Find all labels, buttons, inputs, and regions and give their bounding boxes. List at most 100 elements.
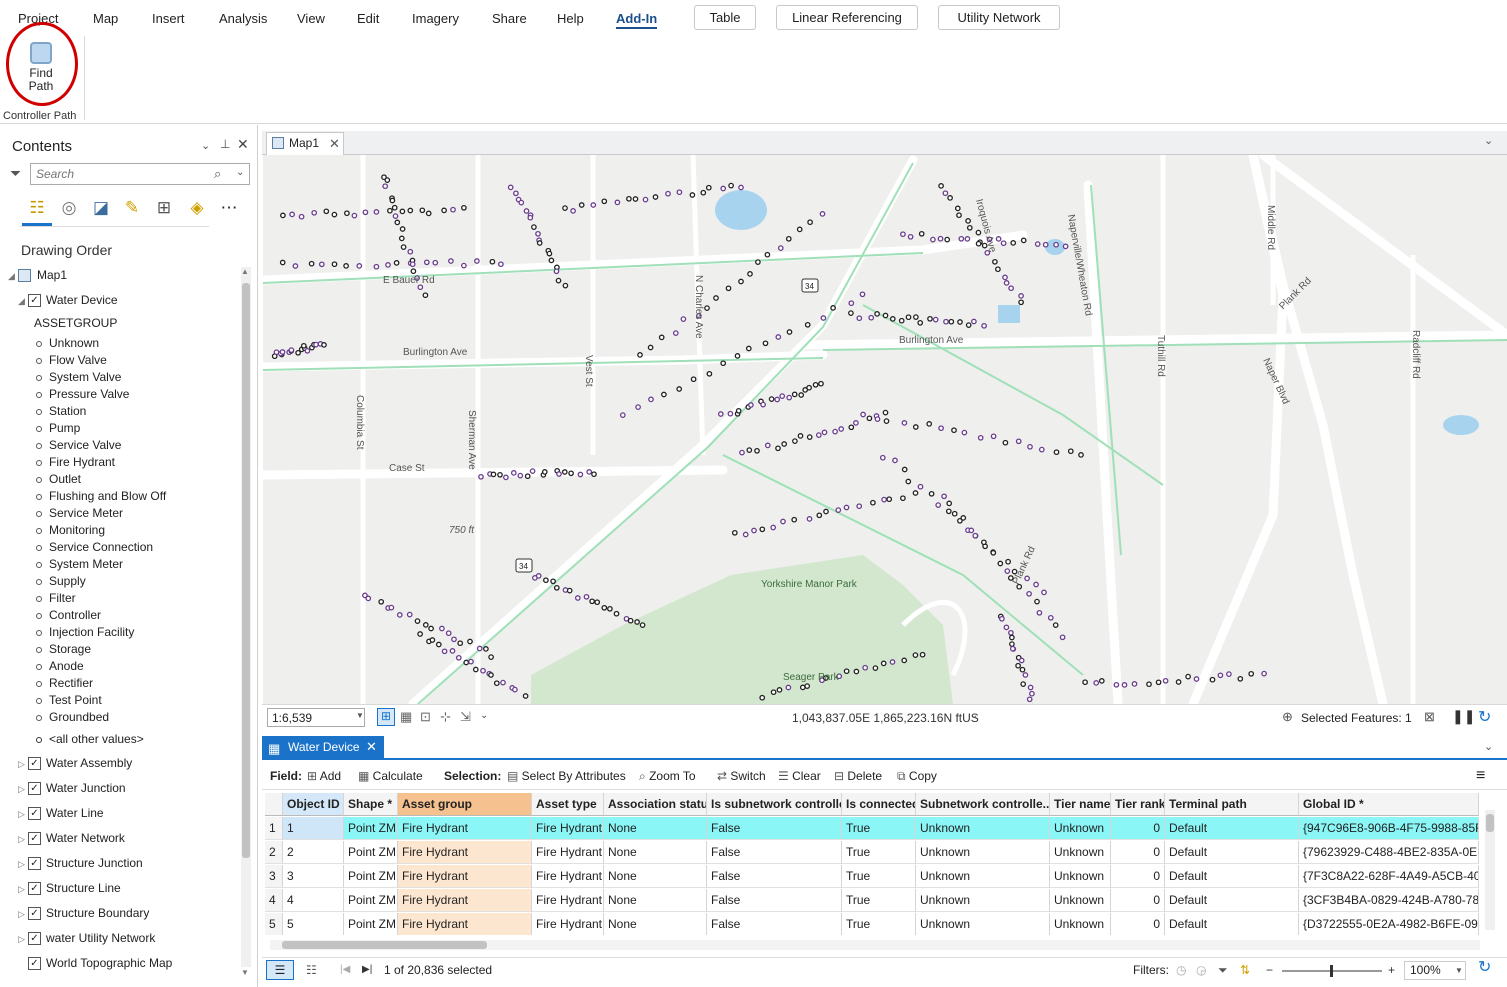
header-corner[interactable]	[265, 793, 283, 816]
table-cell[interactable]: Unknown	[916, 889, 1050, 912]
last-record-icon[interactable]: ▶|	[362, 958, 372, 982]
table-cell[interactable]: False	[707, 889, 842, 912]
table-cell[interactable]: True	[842, 841, 916, 864]
table-cell[interactable]: Unknown	[916, 817, 1050, 840]
first-record-icon[interactable]: |◀	[340, 958, 350, 982]
menu-insert[interactable]: Insert	[152, 11, 185, 26]
table-cell[interactable]: Unknown	[1050, 817, 1111, 840]
column-header[interactable]: Shape *	[344, 793, 398, 816]
tab-water-device[interactable]: ▦ Water Device ✕	[262, 736, 384, 760]
snapping-icon[interactable]: ⊞	[153, 197, 175, 219]
menu-edit[interactable]: Edit	[357, 11, 379, 26]
table-cell[interactable]: {947C96E8-906B-4F75-9988-85FB81	[1299, 817, 1479, 840]
chevron-down-icon[interactable]: ⌄	[1484, 740, 1493, 753]
chevron-down-icon[interactable]: ⌄	[480, 710, 488, 721]
table-cell[interactable]: None	[604, 889, 707, 912]
tree-layer[interactable]: ▷ ✓ Water Assembly	[18, 753, 132, 773]
table-cell[interactable]: Fire Hydrant	[398, 913, 532, 935]
table-cell[interactable]: 1	[283, 817, 344, 840]
table-icon[interactable]: ▦	[400, 709, 412, 725]
menu-view[interactable]: View	[297, 11, 325, 26]
table-row[interactable]: 1 1 Point ZM Fire Hydrant Fire Hydrant None Fa…	[265, 817, 1479, 840]
scroll-down-icon[interactable]: ▼	[241, 968, 249, 977]
table-cell[interactable]: 2	[283, 841, 344, 864]
constraint-icon[interactable]: ⊹	[440, 709, 451, 725]
table-cell[interactable]: Fire Hydrant	[398, 889, 532, 912]
visibility-checkbox[interactable]: ✓	[28, 907, 41, 921]
pause-icon[interactable]: ❚❚	[1452, 708, 1475, 725]
delete-button[interactable]: ⊟ Delete	[834, 762, 882, 790]
chevron-down-icon[interactable]: ⌄	[1484, 134, 1493, 147]
table-cell[interactable]: Default	[1165, 889, 1299, 912]
zoom-in-icon[interactable]: +	[1388, 958, 1395, 982]
column-header[interactable]: Terminal path	[1165, 793, 1299, 816]
select-by-attributes-button[interactable]: ▤ Select By Attributes	[507, 762, 626, 790]
refresh-icon[interactable]: ↻	[1478, 956, 1491, 980]
tree-layer[interactable]: ▷ ✓ Structure Junction	[18, 853, 143, 873]
more-icon[interactable]: ⋯	[218, 197, 240, 219]
tree-layer[interactable]: ▷ ✓ Structure Line	[18, 878, 121, 898]
show-selected-icon[interactable]: ☷	[306, 958, 317, 982]
chevron-down-icon[interactable]: ⌄	[201, 139, 210, 152]
drawing-order-icon[interactable]: ☷	[26, 197, 48, 219]
table-row[interactable]: 4 4 Point ZM Fire Hydrant Fire Hydrant None Fa…	[265, 889, 1479, 912]
table-cell[interactable]: Point ZM	[344, 817, 398, 840]
close-icon[interactable]: ✕	[329, 133, 340, 154]
tab-utility-network[interactable]: Utility Network	[938, 5, 1060, 30]
zoom-slider[interactable]	[1282, 965, 1382, 977]
menu-analysis[interactable]: Analysis	[219, 11, 267, 26]
table-cell[interactable]: Fire Hydrant	[398, 865, 532, 888]
zoom-out-icon[interactable]: −	[1266, 958, 1273, 982]
table-cell[interactable]: Unknown	[916, 841, 1050, 864]
switch-button[interactable]: ⇄ Switch	[717, 762, 766, 790]
table-cell[interactable]: Point ZM	[344, 865, 398, 888]
map-view[interactable]: E Bauer Rd Burlington Ave Burlington Ave…	[263, 155, 1507, 704]
menu-add-in[interactable]: Add-In	[616, 11, 658, 29]
column-header[interactable]: Tier name	[1050, 793, 1111, 816]
pin-icon[interactable]: ⊥	[220, 137, 230, 151]
tree-water-device[interactable]: ◢ ✓ Water Device	[18, 290, 118, 310]
table-cell[interactable]: Fire Hydrant	[532, 841, 604, 864]
tab-linear-referencing[interactable]: Linear Referencing	[776, 5, 918, 30]
tree-layer[interactable]: ▷ ✓ water Utility Network	[18, 928, 155, 948]
rotation-icon[interactable]: ⇲	[460, 709, 471, 725]
visibility-checkbox[interactable]: ✓	[28, 957, 41, 971]
data-source-icon[interactable]: ◎	[58, 197, 80, 219]
tree-layer[interactable]: ▷ ✓ Structure Boundary	[18, 903, 149, 923]
row-number[interactable]: 4	[265, 889, 283, 912]
menu-map[interactable]: Map	[93, 11, 118, 26]
table-cell[interactable]: False	[707, 841, 842, 864]
filter-icon[interactable]: ⏷	[10, 165, 21, 182]
table-cell[interactable]: Unknown	[1050, 889, 1111, 912]
table-cell[interactable]: Default	[1165, 913, 1299, 935]
search-icon[interactable]: ⌕	[214, 166, 221, 182]
table-cell[interactable]: None	[604, 913, 707, 935]
table-cell[interactable]: False	[707, 817, 842, 840]
column-header[interactable]: Asset type	[532, 793, 604, 816]
tree-layer[interactable]: ▷✓World Topographic Map	[18, 953, 172, 973]
table-cell[interactable]: 0	[1111, 817, 1165, 840]
zoom-select[interactable]: 100% ▼	[1404, 961, 1466, 980]
menu-icon[interactable]: ≡	[1476, 762, 1485, 790]
table-cell[interactable]: 4	[283, 889, 344, 912]
tree-layer[interactable]: ▷ ✓ Water Network	[18, 828, 125, 848]
table-cell[interactable]: Default	[1165, 865, 1299, 888]
table-cell[interactable]: Point ZM	[344, 889, 398, 912]
table-row[interactable]: 5 5 Point ZM Fire Hydrant Fire Hydrant None Fa…	[265, 913, 1479, 935]
column-header[interactable]: Association status	[604, 793, 707, 816]
grid-vertical-scrollbar[interactable]	[1485, 810, 1495, 930]
copy-button[interactable]: ⧉ Copy	[897, 762, 937, 790]
tab-map1[interactable]: Map1 ✕	[266, 132, 344, 155]
menu-imagery[interactable]: Imagery	[412, 11, 459, 26]
table-cell[interactable]: 3	[283, 865, 344, 888]
filter-extent-icon[interactable]: ◷	[1176, 958, 1186, 982]
column-header[interactable]: Is subnetwork controller	[707, 793, 842, 816]
row-number[interactable]: 2	[265, 841, 283, 864]
row-number[interactable]: 5	[265, 913, 283, 935]
tree-layer[interactable]: ▷ ✓ Water Junction	[18, 778, 126, 798]
map-canvas[interactable]: E Bauer Rd Burlington Ave Burlington Ave…	[263, 155, 1507, 704]
selection-icon[interactable]: ◪	[90, 197, 112, 219]
table-cell[interactable]: False	[707, 865, 842, 888]
table-cell[interactable]: Unknown	[1050, 841, 1111, 864]
table-cell[interactable]: Point ZM	[344, 841, 398, 864]
